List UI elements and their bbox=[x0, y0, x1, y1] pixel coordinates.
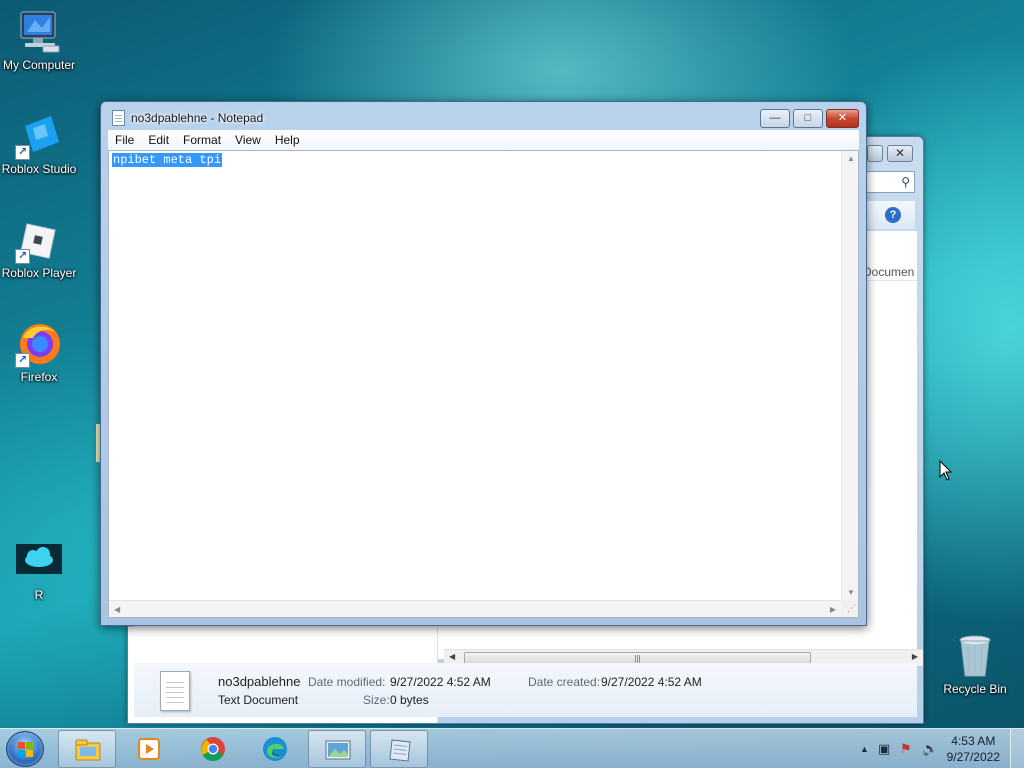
taskbar: ▲ ▣ ⚑ 🔈 4:53 AM 9/27/2022 bbox=[0, 728, 1024, 768]
shortcut-arrow-icon: ↗ bbox=[15, 249, 30, 264]
desktop-icon-label: Recycle Bin bbox=[943, 682, 1007, 696]
desktop-icon-firefox[interactable]: ↗ Firefox bbox=[0, 320, 79, 384]
scroll-left-arrow-icon[interactable]: ◀ bbox=[114, 605, 120, 614]
desktop-icon-roblox-studio[interactable]: ↗ Roblox Studio bbox=[0, 112, 79, 176]
close-button[interactable]: ✕ bbox=[826, 109, 859, 128]
maximize-button[interactable]: □ bbox=[793, 109, 823, 128]
column-header-type[interactable]: Documen bbox=[863, 263, 917, 281]
details-date-created: 9/27/2022 4:52 AM bbox=[601, 675, 702, 689]
desktop-icon-roblox-player[interactable]: ↗ Roblox Player bbox=[0, 216, 79, 280]
action-center-icon[interactable]: ⚑ bbox=[900, 741, 912, 757]
start-button[interactable] bbox=[6, 731, 44, 767]
vertical-scrollbar[interactable]: ▲ ▼ bbox=[841, 151, 858, 600]
media-player-icon bbox=[138, 738, 160, 760]
clock-date: 9/27/2022 bbox=[946, 750, 1000, 764]
taskbar-edge[interactable] bbox=[246, 730, 304, 768]
volume-icon[interactable]: 🔈 bbox=[922, 741, 938, 757]
minimize-icon: — bbox=[769, 112, 781, 124]
taskbar-notepad[interactable] bbox=[370, 730, 428, 768]
close-icon: ✕ bbox=[837, 112, 848, 124]
scroll-right-arrow-icon[interactable]: ▶ bbox=[830, 605, 836, 614]
details-size-label: Size: bbox=[363, 693, 390, 707]
shortcut-arrow-icon: ↗ bbox=[15, 145, 30, 160]
roblox-player-icon: ↗ bbox=[15, 216, 63, 264]
desktop-icon-label: Roblox Player bbox=[1, 266, 77, 280]
scroll-up-arrow-icon[interactable]: ▲ bbox=[847, 154, 855, 163]
details-date-created-label: Date created: bbox=[528, 675, 601, 689]
details-file-name: no3dpablehne bbox=[218, 674, 301, 689]
scroll-right-arrow-icon[interactable]: ▶ bbox=[912, 652, 918, 661]
horizontal-scrollbar[interactable]: ◀ ▶ bbox=[109, 600, 841, 617]
explorer-close-button[interactable]: ✕ bbox=[887, 145, 913, 162]
taskbar-explorer-window[interactable] bbox=[308, 730, 366, 768]
notepad-window[interactable]: no3dpablehne - Notepad — □ ✕ File Edit For… bbox=[100, 101, 867, 626]
desktop-icon-label: Firefox bbox=[20, 370, 58, 384]
scroll-down-arrow-icon[interactable]: ▼ bbox=[847, 588, 855, 597]
edge-icon bbox=[263, 737, 287, 761]
help-icon[interactable]: ? bbox=[885, 207, 901, 223]
explorer-details-pane: no3dpablehne Text Document Date modified… bbox=[134, 663, 917, 717]
show-desktop-button[interactable] bbox=[1010, 729, 1024, 768]
computer-icon bbox=[15, 8, 63, 56]
scroll-left-arrow-icon[interactable]: ◀ bbox=[449, 652, 455, 661]
taskbar-windows-explorer[interactable] bbox=[58, 730, 116, 768]
recycle-bin-icon bbox=[951, 632, 999, 680]
windows-explorer-icon bbox=[75, 739, 101, 761]
minimize-button[interactable]: — bbox=[760, 109, 790, 128]
explorer-window-icon bbox=[325, 740, 351, 760]
cloud-image-icon bbox=[15, 538, 63, 586]
maximize-icon: □ bbox=[804, 112, 812, 124]
taskbar-media-player[interactable] bbox=[120, 730, 178, 768]
desktop-icon-recycle-bin[interactable]: Recycle Bin bbox=[935, 632, 1015, 696]
explorer-maximize-button[interactable] bbox=[867, 145, 883, 162]
search-icon: ⚲ bbox=[901, 175, 910, 189]
desktop-icon-label: Roblox Studio bbox=[1, 162, 77, 176]
network-icon[interactable]: ▣ bbox=[878, 741, 890, 757]
menu-help[interactable]: Help bbox=[268, 130, 307, 150]
notepad-icon bbox=[112, 110, 125, 126]
taskbar-chrome[interactable] bbox=[184, 730, 242, 768]
resize-grip-icon[interactable]: ⋰ bbox=[841, 600, 858, 617]
firefox-icon: ↗ bbox=[15, 320, 63, 368]
desktop-icon-label: R bbox=[34, 588, 44, 602]
notepad-icon bbox=[389, 739, 411, 762]
system-tray: ▲ ▣ ⚑ 🔈 4:53 AM 9/27/2022 bbox=[834, 729, 1024, 768]
roblox-studio-icon: ↗ bbox=[15, 112, 63, 160]
menu-view[interactable]: View bbox=[228, 130, 268, 150]
text-document-icon bbox=[160, 671, 190, 711]
windows-logo-icon bbox=[18, 742, 34, 758]
chrome-icon bbox=[201, 737, 225, 762]
selected-text[interactable]: npibet meta tpi bbox=[112, 153, 223, 167]
menu-edit[interactable]: Edit bbox=[141, 130, 176, 150]
show-hidden-icons-icon[interactable]: ▲ bbox=[860, 744, 869, 754]
desktop-icon-r[interactable]: R bbox=[0, 538, 79, 602]
shortcut-arrow-icon: ↗ bbox=[15, 353, 30, 368]
clock-time: 4:53 AM bbox=[951, 734, 996, 748]
desktop-icon-my-computer[interactable]: My Computer bbox=[0, 8, 79, 72]
menu-format[interactable]: Format bbox=[176, 130, 228, 150]
menu-file[interactable]: File bbox=[108, 130, 141, 150]
details-file-type: Text Document bbox=[218, 693, 299, 707]
details-date-modified: 9/27/2022 4:52 AM bbox=[390, 675, 491, 689]
clock[interactable]: 4:53 AM 9/27/2022 bbox=[947, 733, 1000, 765]
menu-bar: File Edit Format View Help bbox=[108, 130, 859, 150]
window-title: no3dpablehne - Notepad bbox=[131, 111, 264, 125]
mouse-pointer-icon bbox=[939, 460, 953, 481]
text-editor-area[interactable]: npibet meta tpi ▲ ▼ ◀ ▶ ⋰ bbox=[108, 150, 859, 618]
details-date-modified-label: Date modified: bbox=[308, 675, 386, 689]
desktop-icon-label: My Computer bbox=[2, 58, 76, 72]
details-size: 0 bytes bbox=[390, 693, 429, 707]
